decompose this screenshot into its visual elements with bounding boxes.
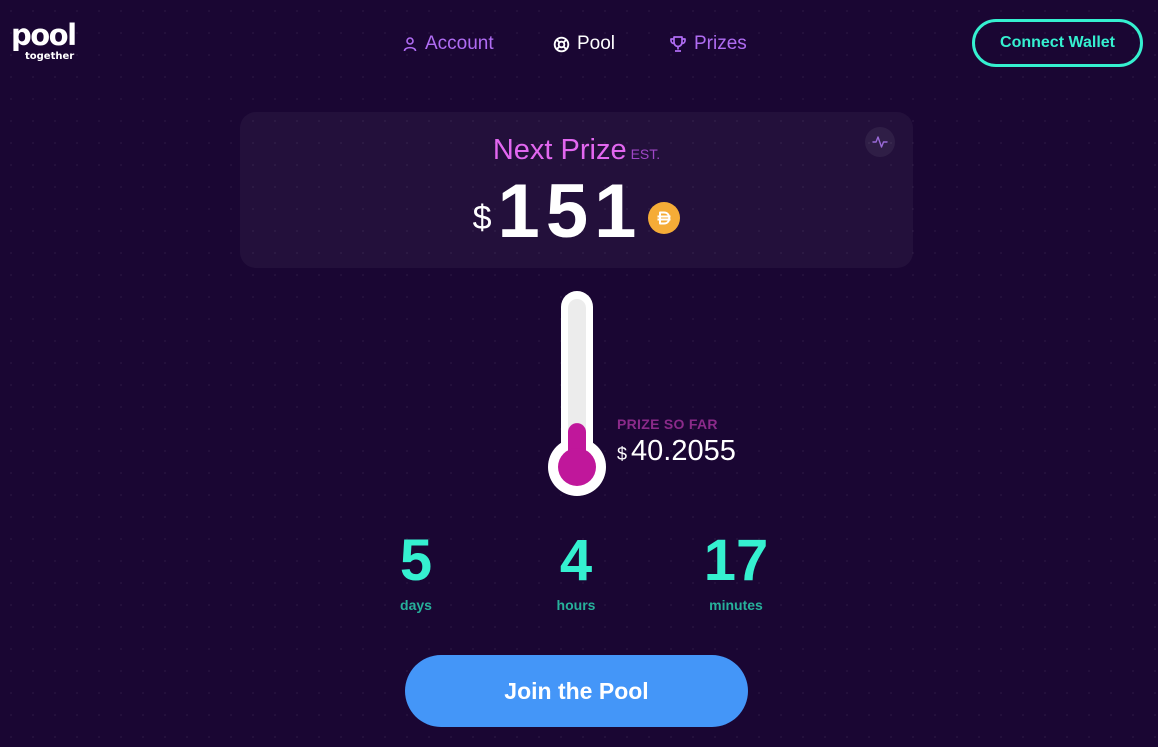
prize-so-far-amount: 40.2055 (631, 435, 736, 467)
countdown-hours-value: 4 (559, 528, 593, 593)
nav-item-pool[interactable]: Pool (553, 30, 615, 58)
join-pool-button[interactable]: Join the Pool (405, 655, 748, 727)
prize-so-far-label: PRIZE SO FAR (617, 416, 718, 432)
dai-coin-icon (648, 202, 681, 234)
nav-item-label: Prizes (694, 33, 747, 54)
countdown-hours-label: hours (556, 597, 596, 613)
estimate-label: EST. (630, 146, 661, 162)
thermometer-bulb (558, 448, 596, 486)
nav-item-account[interactable]: Account (402, 30, 494, 58)
prize-currency: $ (472, 198, 492, 237)
prize-amount: $ 151 (240, 168, 913, 254)
connect-wallet-button[interactable]: Connect Wallet (972, 19, 1143, 67)
prize-value: 151 (497, 168, 643, 254)
next-prize-heading: Next Prize EST. (240, 134, 913, 167)
next-prize-card: Next Prize EST. $ 151 (240, 112, 913, 268)
pooltogether-logo[interactable]: pool together (11, 18, 81, 66)
prize-so-far-currency: $ (617, 444, 628, 464)
lifebuoy-icon (553, 36, 570, 52)
logo-wordmark: pool (11, 18, 77, 52)
countdown-minutes-value: 17 (703, 528, 769, 593)
next-prize-title: Next Prize (492, 134, 627, 166)
countdown-days: 5 days (371, 528, 461, 614)
prize-thermometer (548, 291, 606, 497)
user-icon (403, 37, 417, 52)
trophy-icon (670, 36, 686, 52)
countdown-minutes: 17 minutes (691, 528, 781, 614)
prize-so-far: PRIZE SO FAR $ 40.2055 (617, 416, 736, 468)
countdown-hours: 4 hours (531, 528, 621, 614)
nav-item-label: Pool (577, 33, 616, 54)
countdown-days-label: days (400, 597, 432, 613)
logo-subtext: together (25, 51, 75, 62)
nav-item-prizes[interactable]: Prizes (669, 30, 747, 58)
nav-item-label: Account (425, 33, 494, 54)
countdown-days-value: 5 (399, 528, 433, 593)
prize-so-far-value: $ 40.2055 (617, 435, 736, 468)
countdown-minutes-label: minutes (709, 597, 763, 613)
